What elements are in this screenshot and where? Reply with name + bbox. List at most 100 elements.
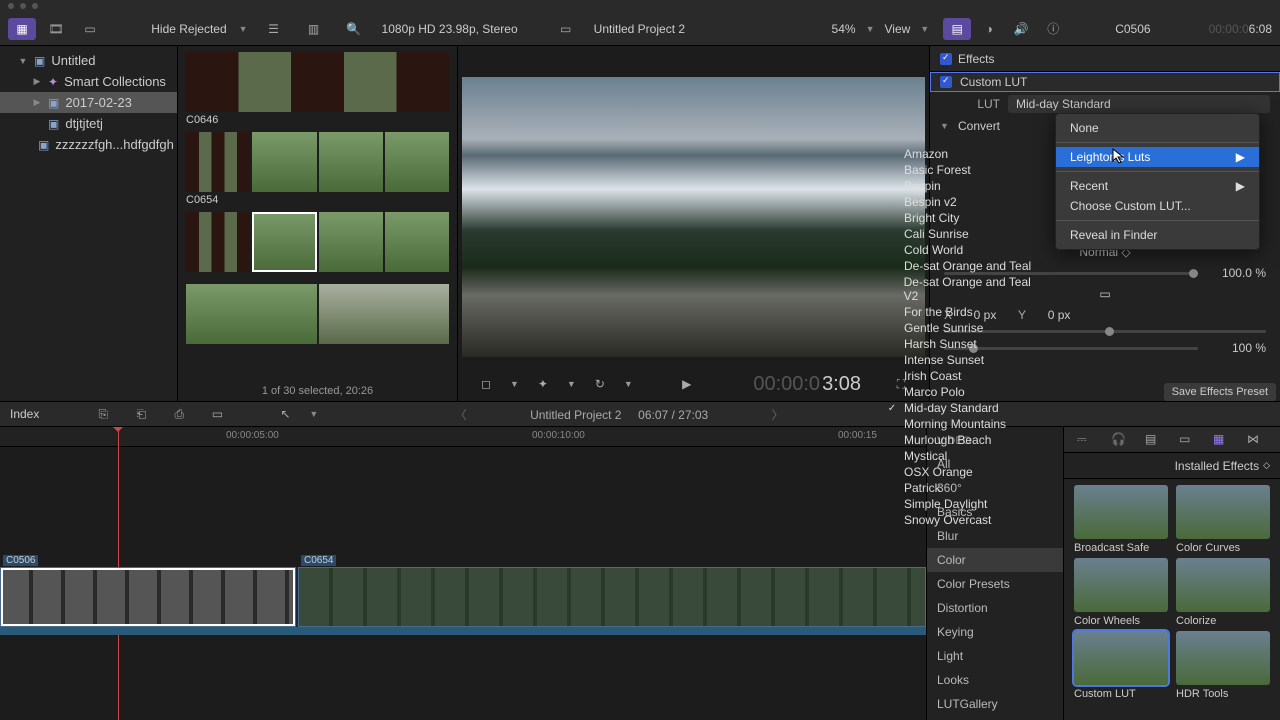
lut-list-item[interactable]: Marco Polo — [880, 384, 1050, 400]
clip-thumb[interactable] — [385, 132, 449, 192]
category-item[interactable]: Color — [927, 548, 1063, 572]
inspector-video-icon[interactable]: ▤ — [943, 18, 971, 40]
lut-list-item[interactable]: Intense Sunset — [880, 352, 1050, 368]
clapboard-icon[interactable]: ▭ — [552, 18, 580, 40]
effects-checkbox[interactable] — [940, 53, 952, 65]
clip-thumb[interactable] — [252, 132, 316, 192]
hide-rejected-dropdown[interactable]: Hide Rejected — [151, 22, 226, 36]
list-view-icon[interactable]: ☰ — [260, 18, 288, 40]
crop-icon[interactable]: ◻ — [472, 373, 500, 395]
clip-thumb[interactable] — [319, 212, 383, 272]
lut-list-item[interactable]: Morning Mountains — [880, 416, 1050, 432]
lut-list-item[interactable]: Bright City — [880, 210, 1050, 226]
timeline-ruler[interactable]: 00:00:05:00 00:00:10:00 00:00:15 — [0, 427, 926, 447]
lut-list-item[interactable]: OSX Orange — [880, 464, 1050, 480]
crop-rect-icon[interactable]: ▭ — [1099, 287, 1110, 301]
prev-edit-icon[interactable]: 〈 — [455, 408, 467, 422]
retime-icon[interactable]: ↻ — [586, 373, 614, 395]
lut-dropdown-menu[interactable]: None Leighton's Luts▶ Recent▶ Choose Cus… — [1055, 113, 1260, 250]
lut-menu-leightons[interactable]: Leighton's Luts▶ — [1056, 147, 1259, 167]
sidebar-item[interactable]: ▣zzzzzzfgh...hdfgdfgh — [0, 134, 177, 155]
lut-list-item[interactable]: Gentle Sunrise — [880, 320, 1050, 336]
lut-dropdown[interactable]: Mid-day Standard — [1008, 95, 1270, 113]
lut-list-item[interactable]: Mystical — [880, 448, 1050, 464]
next-edit-icon[interactable]: 〉 — [772, 408, 784, 422]
append-clip-icon[interactable]: ⎙ — [165, 403, 193, 425]
lut-list-item[interactable]: For the Birds — [880, 304, 1050, 320]
lut-list-item[interactable]: De-sat Orange and Teal V2 — [880, 274, 1050, 304]
category-item[interactable]: LUTGallery — [927, 692, 1063, 716]
lut-list-item[interactable]: Basic Forest — [880, 162, 1050, 178]
effect-item[interactable]: HDR Tools — [1176, 631, 1270, 700]
category-item[interactable]: Looks — [927, 668, 1063, 692]
enhance-icon[interactable]: ✦ — [529, 373, 557, 395]
effect-item[interactable]: Colorize — [1176, 558, 1270, 627]
clip-thumb[interactable] — [186, 212, 250, 272]
clip-thumb[interactable] — [186, 52, 449, 112]
lut-list-item[interactable]: Irish Coast — [880, 368, 1050, 384]
lut-list-item[interactable]: Patrick — [880, 480, 1050, 496]
sidebar-item[interactable]: ▶▣2017-02-23 — [0, 92, 177, 113]
lut-list-menu[interactable]: AmazonBasic ForestBespinBespin v2Bright … — [880, 142, 1050, 532]
film-icon[interactable]: 🎞 — [42, 18, 70, 40]
inspector-info-icon[interactable]: ⓘ — [1039, 18, 1067, 40]
arrow-tool-icon[interactable]: ↖ — [271, 403, 299, 425]
clip-thumb[interactable] — [319, 284, 450, 344]
lut-list-item[interactable]: ✓Mid-day Standard — [880, 400, 1050, 416]
lut-menu-none[interactable]: None — [1056, 118, 1259, 138]
lut-list-item[interactable]: Bespin — [880, 178, 1050, 194]
custom-lut-checkbox[interactable] — [940, 76, 952, 88]
save-effects-preset-button[interactable]: Save Effects Preset — [1164, 383, 1276, 401]
titles-icon[interactable]: ▭ — [76, 18, 104, 40]
sidebar-item[interactable]: ▣dtjtjtetj — [0, 113, 177, 134]
effect-item[interactable]: Color Wheels — [1074, 558, 1168, 627]
insert-clip-icon[interactable]: ⎗ — [127, 403, 155, 425]
lut-list-item[interactable]: De-sat Orange and Teal — [880, 258, 1050, 274]
viewer-canvas[interactable] — [462, 77, 925, 357]
clip-thumb[interactable] — [186, 284, 317, 344]
timeline[interactable]: 00:00:05:00 00:00:10:00 00:00:15 C0506 C… — [0, 427, 926, 720]
lut-list-item[interactable]: Murlough Beach — [880, 432, 1050, 448]
category-item[interactable]: Keying — [927, 620, 1063, 644]
sidebar-item[interactable]: ▼▣Untitled — [0, 50, 177, 71]
category-item[interactable]: Color Presets — [927, 572, 1063, 596]
index-button[interactable]: Index — [10, 407, 39, 421]
timeline-clip[interactable]: C0654 — [298, 567, 926, 627]
play-icon[interactable]: ▶ — [673, 373, 701, 395]
clip-thumb[interactable] — [319, 132, 383, 192]
effect-item[interactable]: Custom LUT — [1074, 631, 1168, 700]
inspector-audio-icon[interactable]: 🔊 — [1007, 18, 1035, 40]
fx-transitions-icon[interactable]: ⋈ — [1247, 432, 1267, 448]
timeline-clip[interactable]: C0506 — [0, 567, 296, 627]
lut-list-item[interactable]: Cold World — [880, 242, 1050, 258]
fx-timeline-icon[interactable]: ▭ — [1179, 432, 1199, 448]
clip-thumb[interactable] — [186, 132, 250, 192]
filmstrip-view-icon[interactable]: ▥ — [300, 18, 328, 40]
category-item[interactable]: Light — [927, 644, 1063, 668]
lut-list-item[interactable]: Simple Daylight — [880, 496, 1050, 512]
overwrite-clip-icon[interactable]: ▭ — [203, 403, 231, 425]
lut-menu-recent[interactable]: Recent▶ — [1056, 176, 1259, 196]
clip-thumb[interactable] — [252, 212, 316, 272]
disclosure-triangle-icon[interactable]: ▼ — [940, 121, 950, 131]
search-icon[interactable]: 🔍 — [340, 18, 368, 40]
lut-list-item[interactable]: Harsh Sunset — [880, 336, 1050, 352]
lut-list-item[interactable]: Amazon — [880, 146, 1050, 162]
clip-thumb[interactable] — [385, 212, 449, 272]
connect-clip-icon[interactable]: ⎘ — [89, 403, 117, 425]
fx-headphones-icon[interactable]: 🎧 — [1111, 432, 1131, 448]
fx-scopes-icon[interactable]: ▤ — [1145, 432, 1165, 448]
lut-list-item[interactable]: Bespin v2 — [880, 194, 1050, 210]
fx-effects-icon[interactable]: ▦ — [1213, 432, 1233, 448]
zoom-dropdown[interactable]: 54% — [832, 22, 856, 36]
lut-list-item[interactable]: Cali Sunrise — [880, 226, 1050, 242]
lut-menu-reveal[interactable]: Reveal in Finder — [1056, 225, 1259, 245]
installed-effects-dropdown[interactable]: Installed Effects — [1175, 459, 1260, 473]
effect-item[interactable]: Color Curves — [1176, 485, 1270, 554]
view-dropdown[interactable]: View — [885, 22, 911, 36]
library-toggle-icon[interactable]: ▦ — [8, 18, 36, 40]
category-item[interactable]: Distortion — [927, 596, 1063, 620]
inspector-color-icon[interactable]: ◑ — [975, 18, 1003, 40]
sidebar-item[interactable]: ▶✦Smart Collections — [0, 71, 177, 92]
effect-item[interactable]: Broadcast Safe — [1074, 485, 1168, 554]
